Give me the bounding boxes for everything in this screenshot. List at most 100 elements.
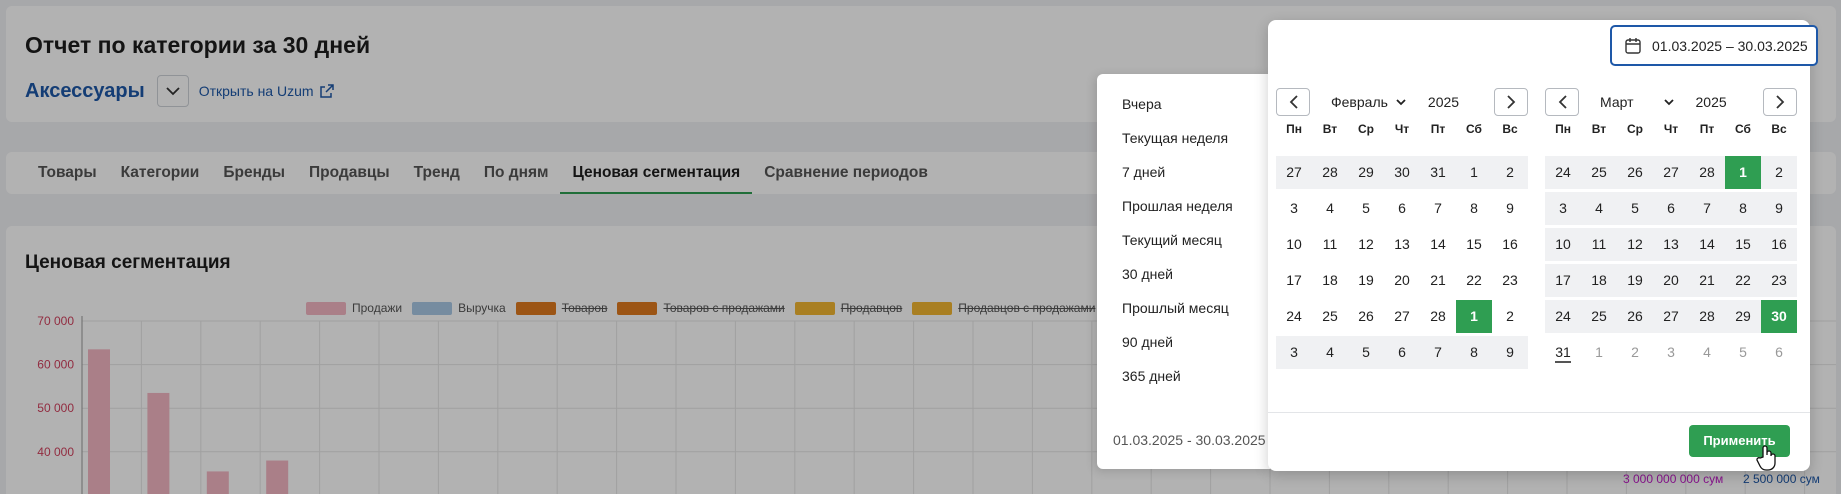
calendar-day[interactable]: 26 — [1617, 300, 1653, 333]
calendar-day[interactable]: 1 — [1725, 156, 1761, 189]
calendar-day[interactable]: 27 — [1653, 300, 1689, 333]
calendar-day[interactable]: 17 — [1545, 264, 1581, 297]
calendar-day[interactable]: 6 — [1761, 336, 1797, 369]
calendar-day[interactable]: 20 — [1653, 264, 1689, 297]
calendar-day[interactable]: 9 — [1761, 192, 1797, 225]
calendar-day[interactable]: 2 — [1492, 300, 1528, 333]
date-range-input[interactable]: 01.03.2025 – 30.03.2025 — [1610, 25, 1818, 66]
calendar-day[interactable]: 3 — [1276, 336, 1312, 369]
calendar-day[interactable]: 15 — [1725, 228, 1761, 261]
calendar-day[interactable]: 15 — [1456, 228, 1492, 261]
calendar-day[interactable]: 7 — [1420, 192, 1456, 225]
calendar-day[interactable]: 18 — [1312, 264, 1348, 297]
calendar-day[interactable]: 16 — [1492, 228, 1528, 261]
calendar-day[interactable]: 31 — [1545, 336, 1581, 369]
calendar-day[interactable]: 5 — [1617, 192, 1653, 225]
calendar-day[interactable]: 28 — [1689, 300, 1725, 333]
calendar-day[interactable]: 8 — [1725, 192, 1761, 225]
calendar-day[interactable]: 27 — [1384, 300, 1420, 333]
calendar-day[interactable]: 13 — [1653, 228, 1689, 261]
calendar-day[interactable]: 8 — [1456, 336, 1492, 369]
calendar-day[interactable]: 4 — [1581, 192, 1617, 225]
preset-0[interactable]: Вчера — [1122, 96, 1162, 112]
calendar-day[interactable]: 2 — [1761, 156, 1797, 189]
calendar-day[interactable]: 4 — [1312, 336, 1348, 369]
left-year-label[interactable]: 2025 — [1428, 94, 1459, 110]
calendar-day[interactable]: 12 — [1617, 228, 1653, 261]
preset-6[interactable]: Прошлый месяц — [1122, 300, 1229, 316]
next-month-button[interactable] — [1763, 88, 1797, 116]
calendar-day[interactable]: 14 — [1420, 228, 1456, 261]
calendar-day[interactable]: 11 — [1312, 228, 1348, 261]
prev-month-button[interactable] — [1276, 88, 1310, 116]
calendar-day[interactable]: 16 — [1761, 228, 1797, 261]
calendar-day[interactable]: 29 — [1725, 300, 1761, 333]
preset-8[interactable]: 365 дней — [1122, 368, 1181, 384]
calendar-day[interactable]: 2 — [1617, 336, 1653, 369]
calendar-day[interactable]: 18 — [1581, 264, 1617, 297]
next-month-button-left[interactable] — [1494, 88, 1528, 116]
calendar-day[interactable]: 28 — [1689, 156, 1725, 189]
calendar-day[interactable]: 13 — [1384, 228, 1420, 261]
calendar-day[interactable]: 23 — [1492, 264, 1528, 297]
calendar-day[interactable]: 3 — [1276, 192, 1312, 225]
left-month-select[interactable]: Февраль 2025 — [1331, 94, 1459, 110]
calendar-day[interactable]: 28 — [1420, 300, 1456, 333]
preset-2[interactable]: 7 дней — [1122, 164, 1165, 180]
prev-month-button-right[interactable] — [1545, 88, 1579, 116]
calendar-day[interactable]: 25 — [1581, 156, 1617, 189]
calendar-day[interactable]: 26 — [1348, 300, 1384, 333]
calendar-day[interactable]: 23 — [1761, 264, 1797, 297]
calendar-day[interactable]: 5 — [1348, 192, 1384, 225]
right-month-select[interactable]: Март 2025 — [1600, 94, 1727, 110]
calendar-day[interactable]: 29 — [1348, 156, 1384, 189]
calendar-day[interactable]: 19 — [1348, 264, 1384, 297]
calendar-day[interactable]: 2 — [1492, 156, 1528, 189]
calendar-day[interactable]: 20 — [1384, 264, 1420, 297]
calendar-day[interactable]: 19 — [1617, 264, 1653, 297]
calendar-day[interactable]: 31 — [1420, 156, 1456, 189]
preset-3[interactable]: Прошлая неделя — [1122, 198, 1233, 214]
calendar-day[interactable]: 1 — [1456, 156, 1492, 189]
calendar-day[interactable]: 9 — [1492, 192, 1528, 225]
calendar-day[interactable]: 4 — [1689, 336, 1725, 369]
calendar-day[interactable]: 25 — [1312, 300, 1348, 333]
preset-5[interactable]: 30 дней — [1122, 266, 1173, 282]
calendar-day[interactable]: 11 — [1581, 228, 1617, 261]
calendar-day[interactable]: 17 — [1276, 264, 1312, 297]
calendar-day[interactable]: 27 — [1276, 156, 1312, 189]
calendar-day[interactable]: 4 — [1312, 192, 1348, 225]
calendar-day[interactable]: 12 — [1348, 228, 1384, 261]
calendar-day[interactable]: 30 — [1384, 156, 1420, 189]
calendar-day[interactable]: 22 — [1456, 264, 1492, 297]
calendar-day[interactable]: 7 — [1689, 192, 1725, 225]
calendar-day[interactable]: 3 — [1545, 192, 1581, 225]
calendar-day[interactable]: 10 — [1545, 228, 1581, 261]
calendar-day[interactable]: 24 — [1276, 300, 1312, 333]
calendar-day[interactable]: 6 — [1384, 336, 1420, 369]
calendar-day[interactable]: 5 — [1348, 336, 1384, 369]
preset-7[interactable]: 90 дней — [1122, 334, 1173, 350]
calendar-day[interactable]: 9 — [1492, 336, 1528, 369]
calendar-day[interactable]: 14 — [1689, 228, 1725, 261]
calendar-day[interactable]: 6 — [1384, 192, 1420, 225]
calendar-day[interactable]: 24 — [1545, 300, 1581, 333]
calendar-day[interactable]: 21 — [1689, 264, 1725, 297]
calendar-day[interactable]: 8 — [1456, 192, 1492, 225]
calendar-day[interactable]: 5 — [1725, 336, 1761, 369]
calendar-day[interactable]: 24 — [1545, 156, 1581, 189]
calendar-day[interactable]: 21 — [1420, 264, 1456, 297]
calendar-day[interactable]: 1 — [1581, 336, 1617, 369]
right-year-label[interactable]: 2025 — [1696, 94, 1727, 110]
calendar-day[interactable]: 25 — [1581, 300, 1617, 333]
calendar-day[interactable]: 10 — [1276, 228, 1312, 261]
calendar-day[interactable]: 26 — [1617, 156, 1653, 189]
calendar-day[interactable]: 1 — [1456, 300, 1492, 333]
preset-4[interactable]: Текущий месяц — [1122, 232, 1222, 248]
calendar-day[interactable]: 30 — [1761, 300, 1797, 333]
calendar-day[interactable]: 3 — [1653, 336, 1689, 369]
calendar-day[interactable]: 6 — [1653, 192, 1689, 225]
calendar-day[interactable]: 28 — [1312, 156, 1348, 189]
calendar-day[interactable]: 27 — [1653, 156, 1689, 189]
calendar-day[interactable]: 22 — [1725, 264, 1761, 297]
